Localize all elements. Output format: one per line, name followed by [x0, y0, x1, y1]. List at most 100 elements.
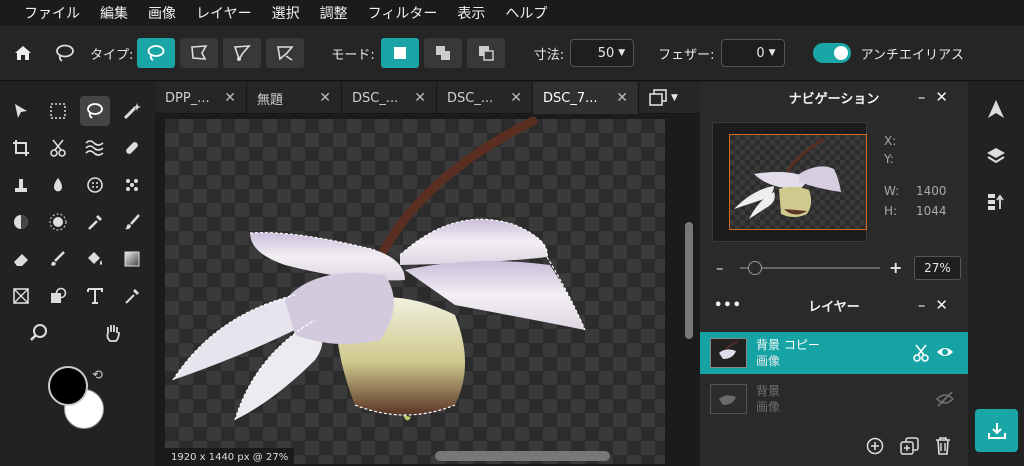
flower-image: [172, 116, 586, 421]
nav-y-label: Y:: [884, 152, 894, 166]
home-icon[interactable]: [12, 43, 34, 63]
move-tool-icon[interactable]: [6, 96, 36, 126]
layer-row-background[interactable]: 背景 画像: [700, 378, 968, 420]
blur-tool-icon[interactable]: [43, 170, 73, 200]
color-picker-icon[interactable]: [117, 281, 147, 311]
menu-image[interactable]: 画像: [148, 3, 176, 23]
lasso-auto-button[interactable]: [266, 38, 305, 68]
minimize-icon[interactable]: –: [918, 88, 936, 106]
panel-controls: –✕: [918, 88, 958, 106]
zoom-in-button[interactable]: +: [889, 258, 902, 277]
panel-controls: –✕: [918, 296, 958, 314]
layer-type: 画像: [756, 400, 781, 414]
more-options-icon[interactable]: •••: [714, 298, 742, 313]
layer-name: 背景 コピー: [756, 338, 820, 352]
eraser-tool-icon[interactable]: [6, 244, 36, 274]
feather-label: フェザー:: [658, 47, 715, 63]
delete-layer-icon[interactable]: [934, 436, 952, 459]
liquify-tool-icon[interactable]: [80, 133, 110, 163]
mode-add-button[interactable]: [423, 38, 462, 68]
size-select[interactable]: 50 ▼: [570, 39, 635, 67]
chevron-down-icon: ▼: [671, 93, 678, 103]
tab-untitled[interactable]: 無題 ✕: [247, 82, 342, 114]
scissors-icon[interactable]: [912, 344, 930, 365]
menu-view[interactable]: 表示: [457, 3, 485, 23]
eye-icon[interactable]: [936, 345, 954, 362]
menu-layer[interactable]: レイヤー: [196, 3, 252, 23]
bandage-tool-icon[interactable]: [117, 133, 147, 163]
minimize-icon[interactable]: –: [918, 296, 936, 314]
text-tool-icon[interactable]: [80, 281, 110, 311]
sponge-tool-icon[interactable]: [80, 170, 110, 200]
navigator-icon[interactable]: [985, 98, 1007, 123]
zoom-tool-icon[interactable]: [24, 318, 54, 348]
history-icon[interactable]: [985, 191, 1007, 216]
layer-row-background-copy[interactable]: 背景 コピー 画像: [700, 332, 968, 374]
magic-wand-icon[interactable]: [117, 96, 147, 126]
download-icon: [987, 422, 1006, 439]
zoom-out-button[interactable]: –: [716, 259, 724, 277]
crop-tool-icon[interactable]: [6, 133, 36, 163]
stamp-tool-icon[interactable]: [6, 170, 36, 200]
close-icon[interactable]: ✕: [935, 296, 958, 314]
cut-tool-icon[interactable]: [43, 133, 73, 163]
layers-icon[interactable]: [985, 145, 1007, 170]
download-button[interactable]: [975, 409, 1018, 452]
menu-filter[interactable]: フィルター: [368, 3, 438, 23]
close-icon[interactable]: ✕: [510, 90, 522, 106]
zoom-input[interactable]: 27%: [914, 256, 961, 280]
tab-dsc-7[interactable]: DSC_7... ✕: [533, 82, 639, 114]
bucket-tool-icon[interactable]: [80, 244, 110, 274]
shape-tool-icon[interactable]: [43, 281, 73, 311]
brush-tool-icon[interactable]: [117, 207, 147, 237]
canvas-area[interactable]: 1920 x 1440 px @ 27%: [155, 115, 700, 466]
tab-dsc-2[interactable]: DSC_... ✕: [437, 82, 533, 114]
gradient-tool-icon[interactable]: [117, 244, 147, 274]
close-icon[interactable]: ✕: [224, 90, 236, 106]
layers-header: ••• レイヤー –✕: [700, 290, 968, 320]
sun-tool-icon[interactable]: [43, 207, 73, 237]
menu-edit[interactable]: 編集: [100, 3, 128, 23]
tab-overflow-button[interactable]: ▼: [649, 89, 678, 107]
menu-select[interactable]: 選択: [272, 3, 300, 23]
swap-colors-icon[interactable]: ⟲: [92, 368, 103, 383]
zoom-slider-handle[interactable]: [748, 261, 762, 275]
navigator-title: ナビゲーション: [788, 91, 880, 107]
tab-dpp[interactable]: DPP_... ✕: [155, 82, 247, 114]
hand-tool-icon[interactable]: [98, 318, 128, 348]
antialias-toggle[interactable]: [812, 43, 851, 63]
mode-new-button[interactable]: [380, 38, 419, 68]
lasso-freehand-button[interactable]: [137, 38, 176, 68]
close-icon[interactable]: ✕: [414, 90, 426, 106]
horizontal-scrollbar[interactable]: [435, 451, 610, 461]
close-icon[interactable]: ✕: [319, 90, 331, 106]
close-icon[interactable]: ✕: [935, 88, 958, 106]
duplicate-layer-icon[interactable]: [900, 437, 920, 458]
menu-file[interactable]: ファイル: [24, 3, 80, 23]
lasso-magnetic-button[interactable]: [223, 38, 262, 68]
mode-subtract-button[interactable]: [466, 38, 505, 68]
layers-title: レイヤー: [808, 299, 860, 315]
menu-adjust[interactable]: 調整: [320, 3, 348, 23]
eyedropper-tool-icon[interactable]: [80, 207, 110, 237]
tab-dsc-1[interactable]: DSC_... ✕: [342, 82, 437, 114]
marquee-tool-icon[interactable]: [43, 96, 73, 126]
smudge-tool-icon[interactable]: [43, 244, 73, 274]
lasso-polygon-button[interactable]: [180, 38, 219, 68]
frame-tool-icon[interactable]: [6, 281, 36, 311]
feather-value: 0: [756, 45, 765, 61]
eye-hidden-icon[interactable]: [936, 391, 954, 410]
close-icon[interactable]: ✕: [616, 90, 628, 106]
dodge-tool-icon[interactable]: [6, 207, 36, 237]
size-value: 50: [597, 45, 615, 61]
menu-help[interactable]: ヘルプ: [505, 3, 547, 23]
layer-thumbnail: [710, 338, 747, 368]
vertical-scrollbar[interactable]: [685, 222, 693, 339]
feather-select[interactable]: 0 ▼: [720, 39, 785, 67]
foreground-color-swatch[interactable]: [48, 366, 88, 406]
add-layer-icon[interactable]: [866, 437, 884, 458]
lasso-tool-icon[interactable]: [80, 96, 110, 126]
dots-tool-icon[interactable]: [117, 170, 147, 200]
nav-x-label: X:: [884, 134, 897, 148]
navigator-thumbnail[interactable]: [712, 122, 867, 242]
